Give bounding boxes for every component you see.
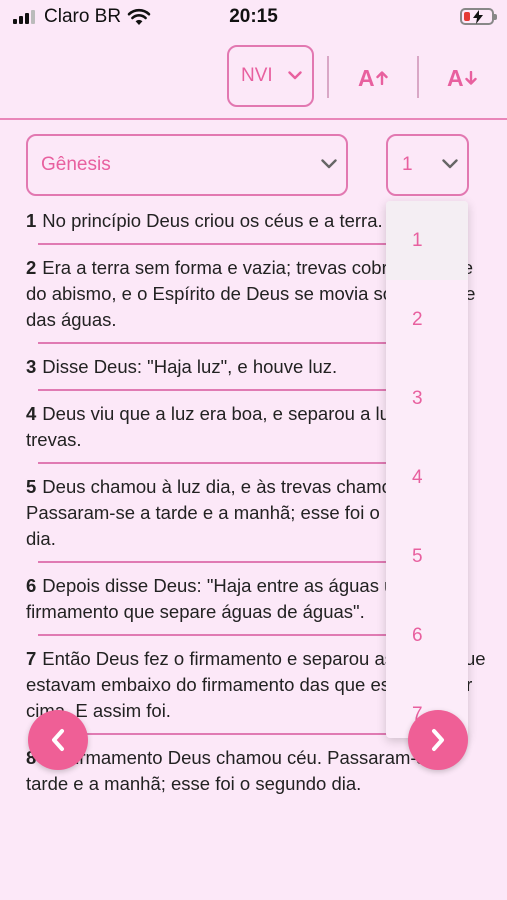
toolbar: NVI A A [0, 36, 507, 120]
chapter-select[interactable]: 1 [386, 134, 469, 196]
verse-number: 6 [26, 575, 37, 596]
increase-font-button[interactable]: A [358, 60, 388, 96]
chapter-select-value: 1 [402, 154, 413, 175]
verse-text: Depois disse Deus: "Haja entre as águas … [26, 575, 410, 622]
chapter-option[interactable]: 4 [386, 438, 468, 517]
increase-font-label: A [358, 64, 375, 91]
bible-version-label: NVI [241, 65, 273, 86]
verse-text: Deus viu que a luz era boa, e separou a … [26, 403, 435, 450]
status-bar: Claro BR 20:15 [0, 0, 507, 36]
chapter-option[interactable]: 6 [386, 596, 468, 675]
decrease-font-button[interactable]: A [447, 60, 477, 96]
chevron-down-icon [321, 159, 337, 169]
verse-divider [38, 462, 415, 464]
book-select[interactable]: Gênesis [26, 134, 348, 196]
verse-text: Ao firmamento Deus chamou céu. Passaram-… [26, 747, 452, 794]
book-select-value: Gênesis [41, 154, 111, 175]
verse-number: 3 [26, 356, 37, 377]
bible-version-select[interactable]: NVI [227, 45, 314, 107]
arrow-up-icon [375, 71, 388, 85]
chapter-option[interactable]: 2 [386, 280, 468, 359]
toolbar-divider [327, 56, 329, 98]
verse-number: 7 [26, 648, 37, 669]
verse-divider [38, 634, 415, 636]
clock: 20:15 [229, 6, 278, 27]
previous-chapter-button[interactable] [28, 710, 88, 770]
chevron-down-icon [288, 71, 302, 80]
verse-text: Disse Deus: "Haja luz", e houve luz. [42, 356, 338, 377]
battery-charging-icon [460, 8, 497, 25]
verse-divider [38, 389, 415, 391]
chapter-option[interactable]: 5 [386, 517, 468, 596]
decrease-font-label: A [447, 64, 464, 91]
verse-number: 2 [26, 257, 37, 278]
chevron-down-icon [442, 159, 458, 169]
chapter-dropdown-menu: 1234567 [386, 201, 468, 738]
chevron-left-icon [52, 729, 64, 751]
next-chapter-button[interactable] [408, 710, 468, 770]
verse-divider [38, 243, 415, 245]
verse-divider [38, 733, 415, 735]
verse-number: 4 [26, 403, 37, 424]
verse-text: No princípio Deus criou os céus e a terr… [42, 210, 383, 231]
chapter-option[interactable]: 1 [386, 201, 468, 280]
verse-divider [38, 342, 415, 344]
verse-divider [38, 561, 415, 563]
verse-number: 1 [26, 210, 37, 231]
arrow-down-icon [464, 71, 477, 85]
toolbar-divider [417, 56, 419, 98]
verse-number: 5 [26, 476, 37, 497]
chevron-right-icon [432, 729, 444, 751]
chapter-option[interactable]: 3 [386, 359, 468, 438]
